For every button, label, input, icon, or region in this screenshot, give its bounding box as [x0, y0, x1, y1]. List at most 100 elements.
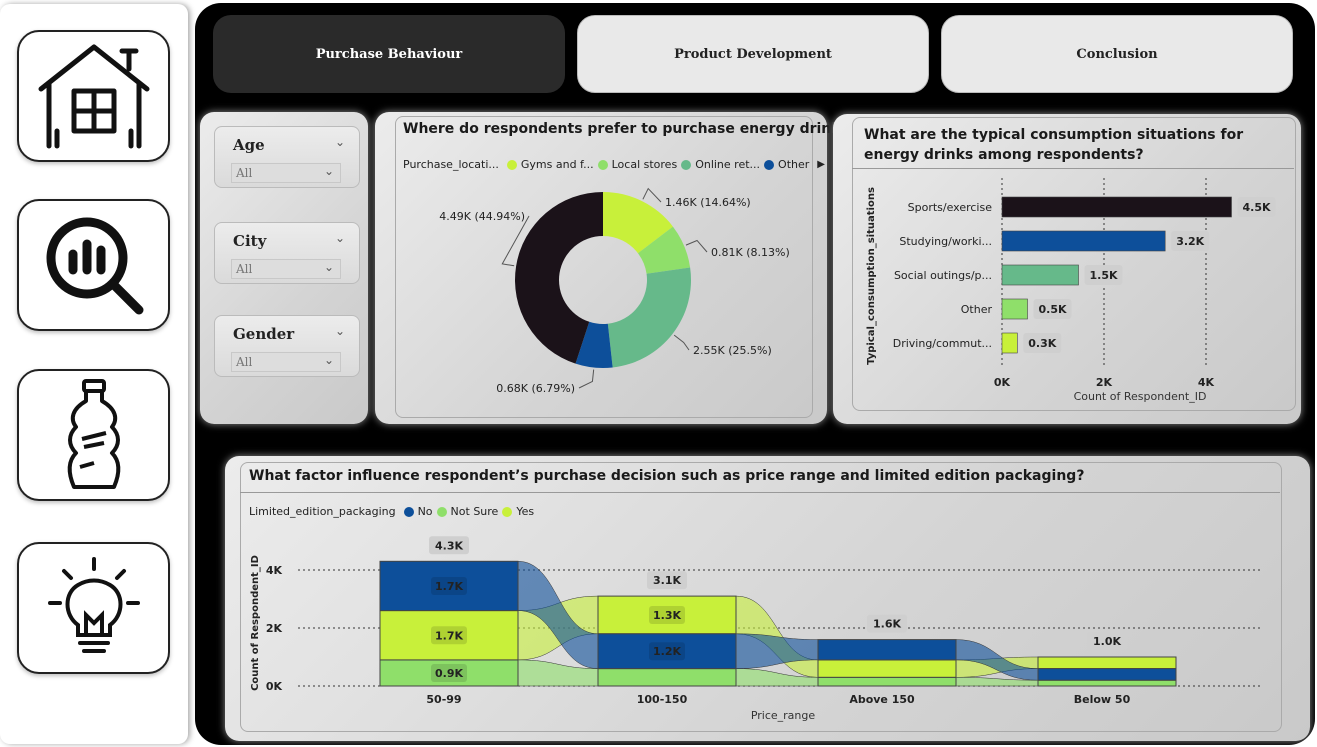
donut-chart-title: Where do respondents prefer to purchase … — [403, 121, 858, 137]
chevron-down-icon: ⌄ — [323, 353, 334, 367]
legend-dot — [681, 159, 692, 170]
home-nav-button[interactable] — [17, 30, 170, 162]
x-tick-label: 0K — [994, 376, 1011, 389]
hbar-chart-title: What are the typical consumption situati… — [864, 127, 1244, 163]
title-divider — [852, 168, 1294, 169]
legend-item-no[interactable]: No — [418, 505, 433, 518]
total-label: 4.3K — [435, 539, 463, 552]
total-label: 1.6K — [873, 618, 901, 631]
chevron-down-icon[interactable]: ⌄ — [335, 324, 345, 338]
total-label: 1.0K — [1093, 635, 1121, 648]
segment-label: 1.3K — [653, 609, 681, 622]
y-tick-label: 0K — [266, 680, 283, 693]
donut-data-label: 0.81K (8.13%) — [711, 246, 790, 259]
category-label: Other — [961, 303, 993, 316]
conclusion-nav-button[interactable] — [17, 542, 170, 674]
donut-data-label: 0.68K (6.79%) — [496, 382, 575, 395]
gender-value: All — [236, 355, 253, 369]
x-axis-title: Count of Respondent_ID — [1074, 390, 1207, 403]
legend-item-online[interactable]: Online ret... — [695, 158, 760, 171]
city-dropdown[interactable]: All ⌄ — [231, 259, 341, 279]
y-tick-label: 4K — [266, 564, 283, 577]
value-label: 1.5K — [1089, 269, 1117, 282]
chevron-down-icon: ⌄ — [323, 260, 334, 274]
tab-purchase-behaviour[interactable]: Purchase Behaviour — [213, 15, 565, 93]
house-icon — [38, 44, 149, 149]
y-tick-label: 2K — [266, 622, 283, 635]
ribbon-bar-segment — [817, 639, 957, 661]
legend-dot — [597, 159, 608, 170]
chevron-down-icon[interactable]: ⌄ — [335, 135, 345, 149]
chevron-down-icon: ⌄ — [323, 164, 334, 178]
donut-data-label: 2.55K (25.5%) — [693, 344, 772, 357]
total-label: 3.1K — [653, 574, 681, 587]
x-tick-label: 4K — [1198, 376, 1215, 389]
legend-item-yes[interactable]: Yes — [516, 505, 534, 518]
hbar — [1001, 230, 1166, 252]
city-slicer: City ⌄ All ⌄ — [214, 222, 360, 284]
legend-dot — [502, 506, 513, 517]
y-axis-title: Typical_consumption_situations — [866, 187, 877, 365]
ribbon-bar-segment — [1037, 656, 1177, 670]
age-slicer-title: Age — [233, 136, 265, 154]
donut-data-label: 1.46K (14.64%) — [665, 196, 751, 209]
analysis-nav-button[interactable] — [17, 199, 170, 331]
gender-slicer: Gender ⌄ All ⌄ — [214, 315, 360, 377]
sidebar — [0, 4, 188, 744]
ribbon-legend: Limited_edition_packaging No Not Sure Ye… — [249, 505, 534, 518]
category-label: Social outings/p... — [894, 269, 992, 282]
age-slicer: Age ⌄ All ⌄ — [214, 126, 360, 188]
title-divider — [240, 492, 1280, 493]
ribbon-bar-segment — [1037, 679, 1177, 687]
hbar — [1001, 298, 1028, 320]
category-label: Driving/commut... — [893, 337, 992, 350]
value-label: 4.5K — [1242, 201, 1270, 214]
legend-next-arrow-icon[interactable]: ▶ — [817, 159, 825, 170]
age-value: All — [236, 166, 253, 180]
legend-item-local[interactable]: Local stores — [612, 158, 678, 171]
hbar — [1001, 196, 1232, 218]
donut-leader-line — [673, 334, 690, 351]
age-dropdown[interactable]: All ⌄ — [231, 163, 341, 183]
category-label: Sports/exercise — [908, 201, 993, 214]
ribbon-bar-segment — [597, 668, 737, 687]
segment-label: 1.7K — [435, 629, 463, 642]
x-tick-label: Above 150 — [849, 693, 915, 706]
ribbon-chart-title: What factor influence respondent’s purch… — [249, 468, 1085, 484]
donut-leader-line — [642, 187, 662, 203]
legend-item-other[interactable]: Other — [778, 158, 809, 171]
donut-slice — [607, 267, 691, 368]
lightbulb-icon — [47, 557, 140, 653]
x-tick-label: 50-99 — [426, 693, 461, 706]
hbar — [1001, 332, 1018, 354]
y-axis-title: Count of Respondent_ID — [250, 555, 261, 691]
product-nav-button[interactable] — [17, 369, 170, 501]
legend-item-not-sure[interactable]: Not Sure — [451, 505, 499, 518]
donut-leader-line — [685, 239, 708, 253]
legend-dot — [403, 506, 414, 517]
donut-data-label: 4.49K (44.94%) — [439, 210, 525, 223]
donut-leader-line — [578, 369, 595, 389]
gender-dropdown[interactable]: All ⌄ — [231, 352, 341, 372]
segment-label: 1.2K — [653, 645, 681, 658]
category-label: Studying/worki... — [899, 235, 992, 248]
tab-product-development[interactable]: Product Development — [577, 15, 929, 93]
hbar — [1001, 264, 1079, 286]
value-label: 3.2K — [1176, 235, 1204, 248]
bottle-icon — [67, 379, 120, 489]
chevron-down-icon[interactable]: ⌄ — [335, 231, 345, 245]
value-label: 0.5K — [1038, 303, 1066, 316]
city-value: All — [236, 262, 253, 276]
segment-label: 0.9K — [435, 667, 463, 680]
legend-item-gyms[interactable]: Gyms and f... — [521, 158, 594, 171]
ribbon-bar-segment — [817, 676, 957, 687]
donut-legend: Purchase_locati... Gyms and f... Local s… — [403, 158, 825, 171]
gender-slicer-title: Gender — [233, 325, 295, 343]
hbar-chart: 0K 2K 4KCount of Respondent_ID Typical_cons… — [866, 178, 1276, 403]
tab-conclusion[interactable]: Conclusion — [941, 15, 1293, 93]
x-tick-label: 100-150 — [637, 693, 688, 706]
ribbon-legend-title: Limited_edition_packaging — [249, 505, 396, 518]
ribbon-bar-segment — [1037, 668, 1177, 681]
magnifier-chart-icon — [46, 217, 143, 315]
ribbon-chart: 0K 2K 4K Count of Respondent_ID Price_range 0… — [250, 536, 1260, 722]
